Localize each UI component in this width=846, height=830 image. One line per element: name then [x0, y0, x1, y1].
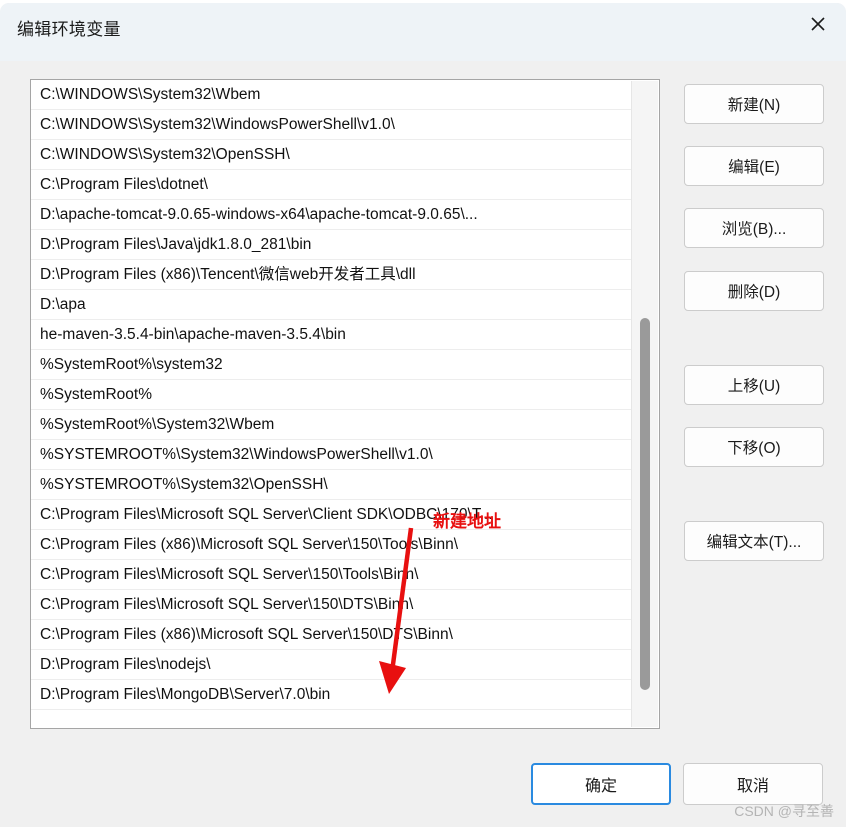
list-item[interactable]: D:\apache-tomcat-9.0.65-windows-x64\apac…	[31, 200, 631, 230]
list-scrollbar-track[interactable]	[631, 81, 658, 727]
cancel-button[interactable]: 取消	[683, 763, 823, 805]
list-item[interactable]: C:\Program Files\dotnet\	[31, 170, 631, 200]
list-item[interactable]: D:\Program Files\Java\jdk1.8.0_281\bin	[31, 230, 631, 260]
list-item[interactable]: %SystemRoot%\System32\Wbem	[31, 410, 631, 440]
list-item[interactable]: C:\WINDOWS\System32\OpenSSH\	[31, 140, 631, 170]
list-item[interactable]: C:\WINDOWS\System32\WindowsPowerShell\v1…	[31, 110, 631, 140]
list-item[interactable]: C:\Program Files\Microsoft SQL Server\15…	[31, 560, 631, 590]
list-item[interactable]: D:\apa	[31, 290, 631, 320]
edit-environment-variable-dialog: 编辑环境变量 C:\WINDOWS\System32\Wbem C:\WINDOW…	[0, 3, 846, 827]
move-up-button[interactable]: 上移(U)	[684, 365, 824, 405]
title-bar: 编辑环境变量	[0, 3, 846, 61]
path-list-box[interactable]: C:\WINDOWS\System32\Wbem C:\WINDOWS\Syste…	[30, 79, 660, 729]
list-item[interactable]: %SYSTEMROOT%\System32\OpenSSH\	[31, 470, 631, 500]
list-item[interactable]: C:\Program Files (x86)\Microsoft SQL Ser…	[31, 620, 631, 650]
close-icon[interactable]	[790, 3, 846, 45]
list-item[interactable]: C:\Program Files\Microsoft SQL Server\Cl…	[31, 500, 631, 530]
list-item[interactable]: %SystemRoot%	[31, 380, 631, 410]
edit-button[interactable]: 编辑(E)	[684, 146, 824, 186]
edit-text-button[interactable]: 编辑文本(T)...	[684, 521, 824, 561]
list-item[interactable]: D:\Program Files (x86)\Tencent\微信web开发者工…	[31, 260, 631, 290]
list-item[interactable]: %SYSTEMROOT%\System32\WindowsPowerShell\…	[31, 440, 631, 470]
screenshot-root: 编辑环境变量 C:\WINDOWS\System32\Wbem C:\WINDOW…	[0, 0, 846, 830]
new-button[interactable]: 新建(N)	[684, 84, 824, 124]
list-item[interactable]: C:\Program Files (x86)\Microsoft SQL Ser…	[31, 530, 631, 560]
dialog-title: 编辑环境变量	[17, 20, 121, 39]
list-item[interactable]: D:\Program Files\MongoDB\Server\7.0\bin	[31, 680, 631, 710]
browse-button[interactable]: 浏览(B)...	[684, 208, 824, 248]
delete-button[interactable]: 删除(D)	[684, 271, 824, 311]
list-item[interactable]: D:\Program Files\nodejs\	[31, 650, 631, 680]
ok-button[interactable]: 确定	[531, 763, 671, 805]
list-item[interactable]: C:\WINDOWS\System32\Wbem	[31, 80, 631, 110]
list-item[interactable]: %SystemRoot%\system32	[31, 350, 631, 380]
move-down-button[interactable]: 下移(O)	[684, 427, 824, 467]
path-list: C:\WINDOWS\System32\Wbem C:\WINDOWS\Syste…	[31, 80, 631, 728]
list-item[interactable]: he-maven-3.5.4-bin\apache-maven-3.5.4\bi…	[31, 320, 631, 350]
watermark: CSDN @寻至善	[734, 803, 834, 819]
list-item[interactable]: C:\Program Files\Microsoft SQL Server\15…	[31, 590, 631, 620]
list-scrollbar-thumb[interactable]	[640, 318, 650, 690]
